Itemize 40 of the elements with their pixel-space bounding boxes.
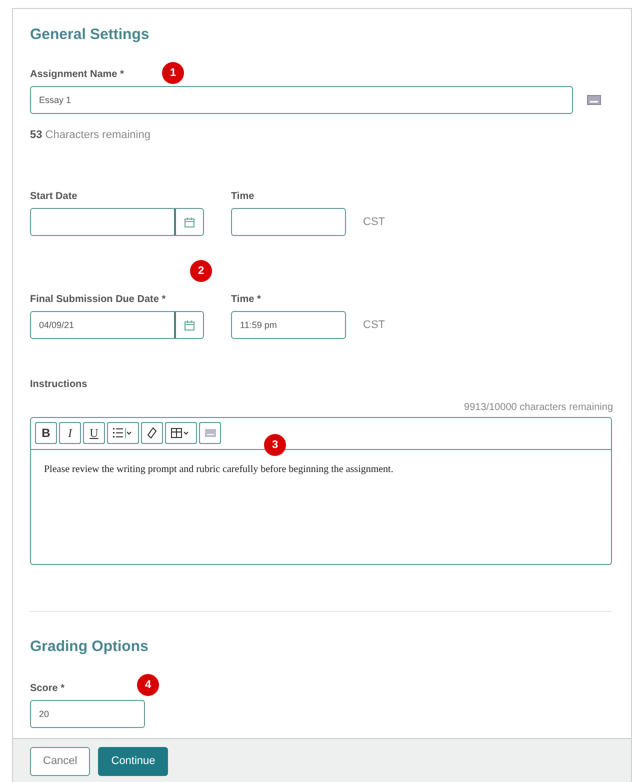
- link-icon: [147, 427, 157, 439]
- table-button[interactable]: [165, 422, 197, 444]
- keyboard-icon: [204, 429, 216, 437]
- characters-remaining: 53 Characters remaining: [30, 129, 150, 141]
- callout-marker: 4: [137, 674, 159, 696]
- calendar-icon[interactable]: [184, 216, 195, 228]
- table-icon: [171, 428, 191, 438]
- field-label: Score *: [30, 683, 64, 694]
- date-field[interactable]: [30, 208, 204, 236]
- time-zone: CST: [363, 216, 385, 228]
- field-label: Assignment Name *: [30, 69, 124, 80]
- cancel-button[interactable]: Cancel: [30, 746, 90, 776]
- calendar-icon[interactable]: [184, 320, 195, 330]
- callout-marker: 3: [264, 434, 286, 456]
- date-field[interactable]: 04/09/21: [30, 311, 204, 339]
- keyboard-icon[interactable]: [587, 95, 601, 105]
- callout-marker: 2: [190, 260, 212, 282]
- field-label: Instructions: [30, 379, 88, 390]
- section-title: General Settings: [30, 26, 150, 43]
- assignment-name-field[interactable]: Essay 1: [30, 86, 573, 114]
- time-field[interactable]: [231, 208, 346, 236]
- underline-button[interactable]: U: [83, 422, 105, 444]
- callout-marker: 1: [162, 62, 184, 84]
- link-button[interactable]: [141, 422, 163, 444]
- bold-button[interactable]: B: [35, 422, 57, 444]
- continue-button[interactable]: Continue: [98, 746, 168, 776]
- keyboard-button[interactable]: [199, 422, 221, 444]
- time-zone: CST: [363, 319, 385, 331]
- section-title: Grading Options: [30, 638, 148, 655]
- field-label: Final Submission Due Date *: [30, 294, 167, 305]
- characters-remaining: 9913/10000 characters remaining: [464, 402, 613, 413]
- score-field[interactable]: 20: [30, 700, 145, 728]
- field-label: Time: [231, 191, 256, 202]
- list-icon: [113, 428, 133, 438]
- field-label: Start Date: [30, 191, 78, 202]
- instructions-text[interactable]: Please review the writing prompt and rubric carefully before beginning the assignment.: [44, 464, 394, 475]
- list-button[interactable]: [107, 422, 139, 444]
- time-field[interactable]: 11:59 pm: [231, 311, 346, 339]
- italic-button[interactable]: I: [59, 422, 81, 444]
- field-label: Time *: [231, 294, 262, 305]
